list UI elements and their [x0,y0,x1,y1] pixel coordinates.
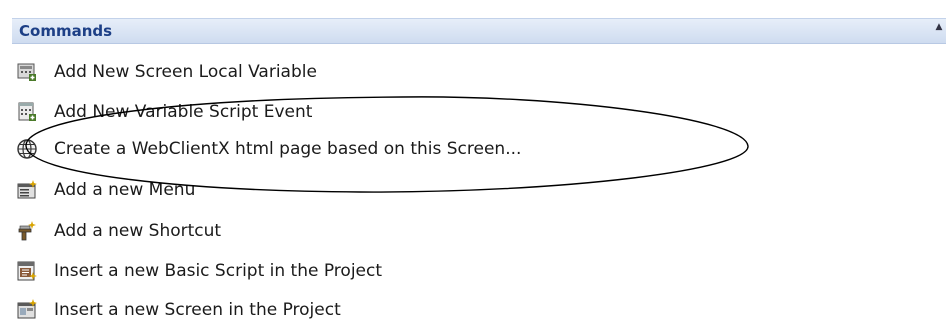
commands-panel: Commands ▲ Add New Screen Local Variable… [0,0,946,322]
screen-icon [17,299,37,319]
command-add-new-shortcut[interactable]: Add a new Shortcut [16,216,896,246]
command-create-webclientx-page[interactable]: Create a WebClientX html page based on t… [16,134,896,164]
command-label: Add a new Menu [54,180,196,200]
command-insert-new-screen[interactable]: Insert a new Screen in the Project [16,295,896,325]
command-label: Add New Screen Local Variable [54,62,317,82]
command-insert-basic-script[interactable]: Insert a new Basic Script in the Project [16,256,896,286]
command-add-screen-local-variable[interactable]: Add New Screen Local Variable [16,57,896,87]
shortcut-icon [18,221,36,241]
command-label: Create a WebClientX html page based on t… [54,139,522,159]
globe-icon [17,139,37,159]
command-label: Add New Variable Script Event [54,102,313,122]
command-label: Add a new Shortcut [54,221,222,241]
command-add-new-menu[interactable]: Add a new Menu [16,175,896,205]
command-label: Insert a new Basic Script in the Project [54,261,383,281]
screen-variable-icon [17,63,36,81]
commands-header[interactable]: Commands ▲ [12,18,946,44]
script-event-icon [18,102,36,121]
commands-title: Commands [19,22,113,40]
collapse-arrow-icon[interactable]: ▲ [934,21,944,33]
basic-script-icon [17,261,37,281]
menu-icon [17,180,37,199]
command-label: Insert a new Screen in the Project [54,300,341,320]
command-add-variable-script-event[interactable]: Add New Variable Script Event [16,97,896,127]
